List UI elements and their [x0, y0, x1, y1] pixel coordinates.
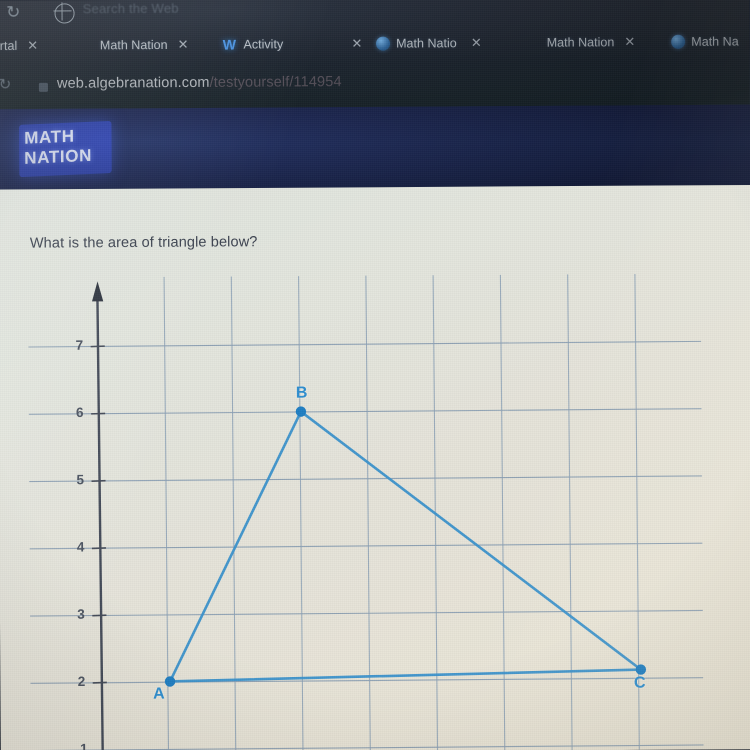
- graph-svg: [28, 274, 704, 750]
- y-tick-label-2: 2: [77, 673, 86, 690]
- logo-line-2: NATION: [24, 145, 93, 168]
- browser-tab-math-nation-3[interactable]: Math Nation ✕: [547, 23, 636, 62]
- browser-tab-activity[interactable]: W Activity ✕: [221, 25, 363, 64]
- site-info-icon[interactable]: [38, 82, 48, 92]
- site-header: MATH NATION: [0, 104, 750, 190]
- coordinate-graph: 7 6 5 4 3 2 1 A B C: [0, 185, 750, 750]
- close-icon[interactable]: ✕: [624, 34, 635, 50]
- page-content: What is the area of triangle below? 7 6 …: [0, 184, 750, 750]
- tab-label: Math Nation: [546, 35, 615, 50]
- reload-icon[interactable]: ↻: [0, 76, 15, 93]
- search-web-input[interactable]: Search the Web: [83, 1, 179, 17]
- browser-tab-math-nation-2[interactable]: Math Natio ✕: [375, 24, 482, 63]
- url-host: web.algebranation.com: [56, 74, 210, 92]
- grid-horizontal: [28, 340, 704, 750]
- tab-label: Math Nation: [99, 37, 168, 53]
- w-logo-icon: W: [222, 36, 237, 53]
- reload-icon[interactable]: ↻: [4, 3, 22, 22]
- close-icon[interactable]: ✕: [178, 37, 189, 53]
- browser-tab-math-nation-1[interactable]: Math Nation ✕: [100, 26, 189, 65]
- y-axis: [92, 281, 104, 750]
- vertex-c-dot: [635, 664, 647, 675]
- tab-label: Activity: [243, 37, 284, 52]
- point-label-c: C: [633, 674, 646, 692]
- y-tick-label-6: 6: [75, 404, 84, 420]
- close-icon[interactable]: ✕: [351, 36, 362, 52]
- close-icon[interactable]: ✕: [471, 35, 482, 51]
- y-tick-label-1: 1: [80, 741, 88, 750]
- browser-address-bar[interactable]: ↻ web.algebranation.com/testyourself/114…: [0, 60, 750, 109]
- browser-tab-strip: Portal ✕ Math Nation ✕ W Activity ✕ Math…: [0, 22, 750, 65]
- point-label-a: A: [153, 685, 165, 703]
- vertex-a-dot: [164, 676, 176, 687]
- tab-label: Math Natio: [396, 36, 457, 51]
- math-nation-logo[interactable]: MATH NATION: [19, 120, 112, 178]
- globe-icon: [54, 3, 75, 24]
- globe-icon: [671, 34, 686, 49]
- vertex-b-dot: [295, 406, 307, 417]
- logo-line-1: MATH: [24, 126, 75, 148]
- y-tick-label-4: 4: [76, 539, 85, 555]
- address-bar-url[interactable]: web.algebranation.com/testyourself/11495…: [57, 74, 342, 92]
- screen-photo: ↻ Search the Web Portal ✕ Math Nation ✕ …: [0, 0, 750, 750]
- browser-chrome: ↻ Search the Web Portal ✕ Math Nation ✕ …: [0, 0, 750, 110]
- browser-tab-math-nation-4[interactable]: Math Na: [671, 22, 739, 61]
- tab-label: Portal: [0, 38, 18, 54]
- y-tick-label-3: 3: [77, 606, 85, 622]
- point-label-b: B: [295, 384, 308, 402]
- y-tick-label-5: 5: [76, 472, 85, 488]
- url-path: /testyourself/114954: [209, 73, 342, 91]
- tab-label: Math Na: [691, 34, 739, 49]
- browser-tab-portal[interactable]: Portal ✕: [0, 27, 38, 65]
- y-tick-label-7: 7: [75, 337, 84, 353]
- close-icon[interactable]: ✕: [27, 38, 38, 54]
- globe-icon: [375, 36, 391, 51]
